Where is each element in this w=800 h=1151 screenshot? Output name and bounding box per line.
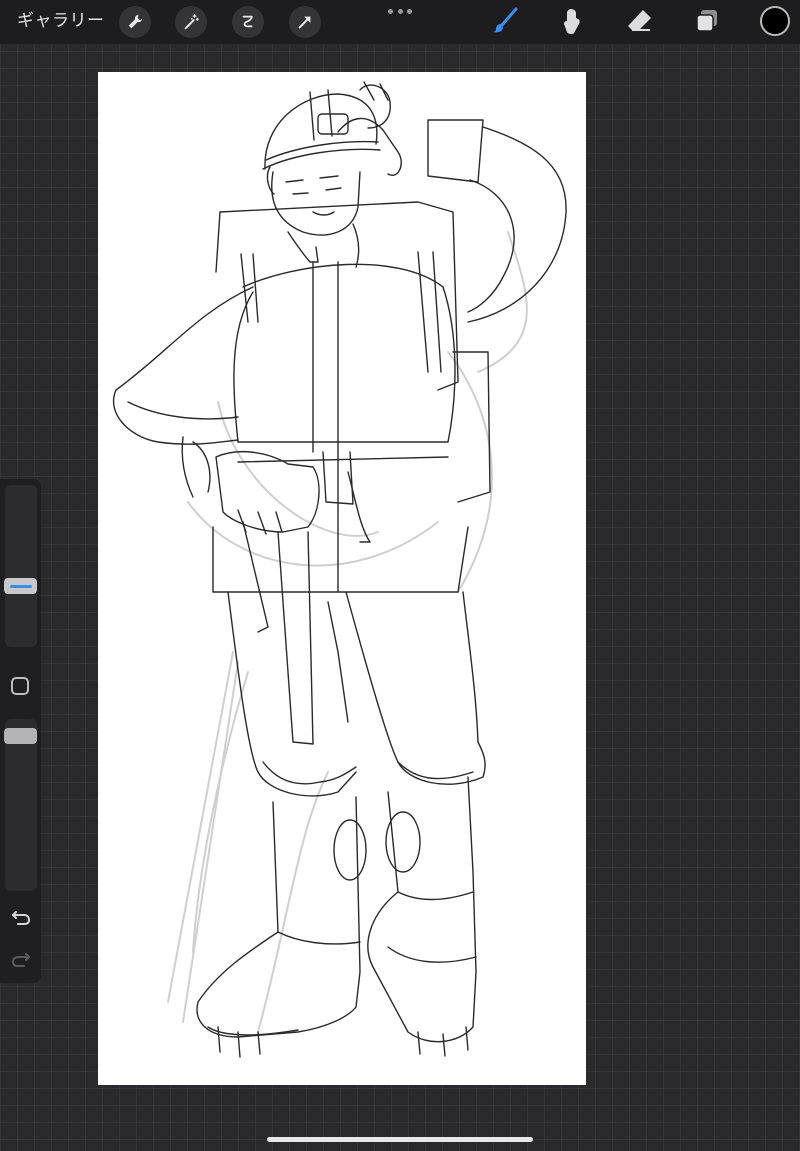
brush-icon[interactable]	[488, 4, 522, 38]
transform-arrow-icon[interactable]	[289, 6, 321, 38]
drawing-canvas[interactable]	[98, 72, 586, 1085]
brush-opacity-slider[interactable]	[5, 719, 37, 891]
wrench-icon[interactable]	[119, 6, 151, 38]
magic-wand-icon[interactable]	[175, 6, 207, 38]
eraser-icon[interactable]	[622, 4, 656, 38]
layers-icon[interactable]	[690, 4, 724, 38]
redo-icon[interactable]	[10, 948, 32, 970]
home-indicator[interactable]	[267, 1137, 533, 1142]
undo-icon[interactable]	[10, 906, 32, 928]
top-toolbar: ギャラリー	[0, 0, 800, 44]
gallery-button[interactable]: ギャラリー	[17, 9, 105, 33]
square-modify-icon[interactable]	[11, 677, 29, 695]
sketch-artwork	[112, 81, 567, 1058]
smudge-icon[interactable]	[555, 4, 589, 38]
brush-size-thumb[interactable]	[4, 578, 37, 594]
selection-icon[interactable]	[232, 6, 264, 38]
color-picker-swatch[interactable]	[760, 6, 790, 36]
brush-opacity-thumb[interactable]	[4, 728, 37, 744]
brush-size-slider[interactable]	[5, 485, 37, 647]
more-options-icon[interactable]	[388, 4, 412, 18]
